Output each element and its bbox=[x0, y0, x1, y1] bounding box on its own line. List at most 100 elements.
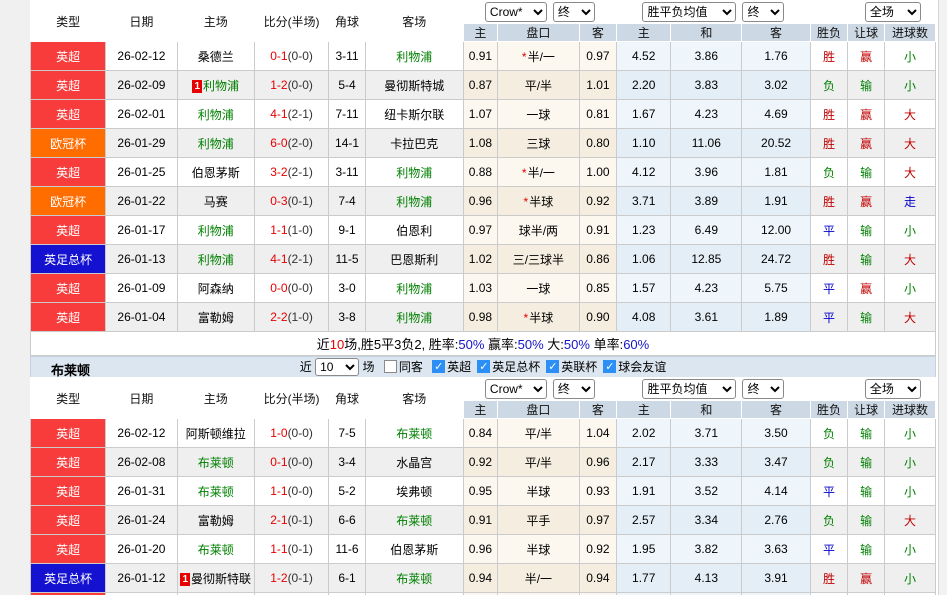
home-team-name: 伯恩茅斯 bbox=[192, 166, 240, 180]
sub-header-mean-home: 主 bbox=[617, 401, 671, 419]
league-checkbox[interactable] bbox=[546, 360, 559, 373]
league-checkbox-label: 英超 bbox=[447, 360, 471, 374]
scope-select[interactable]: 全场 bbox=[865, 2, 921, 22]
mean-odds-group: 胜平负均值终 bbox=[617, 1, 810, 24]
crow-home-odds: 0.95 bbox=[463, 477, 498, 506]
handicap-text: 三/三球半 bbox=[513, 253, 564, 267]
league-checkbox[interactable] bbox=[603, 360, 616, 373]
result-wdl: 负 bbox=[810, 448, 848, 477]
home-team: 利物浦 bbox=[177, 100, 254, 129]
home-team: 布莱顿 bbox=[177, 477, 254, 506]
away-team-name: 利物浦 bbox=[396, 282, 432, 296]
halftime-score: (0-0) bbox=[288, 426, 313, 440]
corners-cell: 3-8 bbox=[329, 303, 366, 332]
result-goals: 大 bbox=[884, 245, 935, 274]
halftime-score: (2-0) bbox=[288, 136, 313, 150]
mean-away-odds: 24.72 bbox=[742, 245, 810, 274]
match-row: 英超26-01-17利物浦1-1(1-0)9-1伯恩利0.97球半/两0.911… bbox=[31, 216, 936, 245]
crow-home-odds: 1.02 bbox=[463, 245, 498, 274]
handicap-line: *半/一 bbox=[498, 158, 579, 187]
home-team-name: 富勒姆 bbox=[198, 514, 234, 528]
mean-stage-select[interactable]: 终 bbox=[742, 2, 784, 22]
home-team-name: 利物浦 bbox=[203, 79, 239, 93]
score-cell: 6-0(2-0) bbox=[254, 129, 328, 158]
away-team-name: 布莱顿 bbox=[396, 514, 432, 528]
col-header-type: 类型 bbox=[31, 378, 106, 419]
mean-home-odds: 3.71 bbox=[617, 187, 671, 216]
corners-cell: 11-6 bbox=[329, 535, 366, 564]
home-team-name: 阿森纳 bbox=[198, 282, 234, 296]
odds-company-select[interactable]: Crow* bbox=[485, 379, 547, 399]
recent-form-summary: 近10场,胜5平3负2, 胜率:50% 赢率:50% 大:50% 单率:60% bbox=[31, 332, 936, 356]
result-wdl: 负 bbox=[810, 71, 848, 100]
mean-stage-select[interactable]: 终 bbox=[742, 379, 784, 399]
away-team-name: 伯恩茅斯 bbox=[390, 543, 438, 557]
match-row: 欧冠杯26-01-22马赛0-3(0-1)7-4利物浦0.96*半球0.923.… bbox=[31, 187, 936, 216]
home-team-name: 马赛 bbox=[204, 195, 228, 209]
league-badge: 英超 bbox=[31, 419, 106, 448]
col-header-home: 主场 bbox=[177, 378, 254, 419]
result-let-ball: 输 bbox=[848, 245, 885, 274]
home-team: 利物浦 bbox=[177, 216, 254, 245]
handicap-line: *半球 bbox=[498, 303, 579, 332]
score-cell: 1-0(0-0) bbox=[254, 419, 328, 448]
handicap-line: 一球 bbox=[498, 274, 579, 303]
result-goals: 小 bbox=[884, 42, 935, 71]
halftime-score: (1-0) bbox=[288, 310, 313, 324]
odds-company-select[interactable]: Crow* bbox=[485, 2, 547, 22]
scope-select[interactable]: 全场 bbox=[865, 379, 921, 399]
mean-odds-select[interactable]: 胜平负均值 bbox=[642, 2, 736, 22]
match-date: 26-01-13 bbox=[106, 245, 177, 274]
home-team: 布莱顿 bbox=[177, 448, 254, 477]
mean-home-odds: 2.02 bbox=[617, 419, 671, 448]
summary-segment: 单率: bbox=[590, 337, 623, 352]
league-checkbox[interactable] bbox=[432, 360, 445, 373]
handicap-text: 半/一 bbox=[528, 166, 555, 180]
corners-cell: 11-5 bbox=[329, 245, 366, 274]
handicap-line: 一球 bbox=[498, 100, 579, 129]
team2-history-table: 类型 日期 主场 比分(半场) 角球 客场 Crow*终 胜平负均值终 全场 bbox=[30, 377, 936, 595]
result-wdl: 胜 bbox=[810, 42, 848, 71]
same-venue-checkbox[interactable] bbox=[384, 360, 397, 373]
team2-match-rows: 英超26-02-12阿斯顿维拉1-0(0-0)7-5布莱顿0.84平/半1.04… bbox=[31, 419, 936, 595]
league-checkbox[interactable] bbox=[477, 360, 490, 373]
crow-away-odds: 0.96 bbox=[579, 448, 617, 477]
result-goals: 小 bbox=[884, 216, 935, 245]
result-wdl: 胜 bbox=[810, 564, 848, 593]
match-date: 26-02-08 bbox=[106, 448, 177, 477]
mean-odds-select[interactable]: 胜平负均值 bbox=[642, 379, 736, 399]
score-cell: 1-1(0-1) bbox=[254, 535, 328, 564]
result-wdl: 胜 bbox=[810, 245, 848, 274]
home-team-name: 利物浦 bbox=[198, 224, 234, 238]
col-header-away: 客场 bbox=[365, 378, 463, 419]
odds-stage-select[interactable]: 终 bbox=[553, 379, 595, 399]
crow-away-odds: 0.81 bbox=[579, 100, 617, 129]
home-team: 桑德兰 bbox=[177, 42, 254, 71]
filter-controls: 近 10 场 同客 英超英足总杯英联杯球会友谊 bbox=[31, 358, 935, 376]
matches-label: 场 bbox=[362, 360, 374, 374]
home-team: 阿森纳 bbox=[177, 274, 254, 303]
sub-header-goals: 进球数 bbox=[884, 401, 935, 419]
mean-draw-odds: 3.71 bbox=[671, 419, 742, 448]
team1-summary: 近10场,胜5平3负2, 胜率:50% 赢率:50% 大:50% 单率:60% bbox=[31, 332, 936, 356]
same-venue-label: 同客 bbox=[399, 360, 423, 374]
sub-header-crow-home: 主 bbox=[463, 401, 498, 419]
away-team: 利物浦 bbox=[365, 274, 463, 303]
crow-home-odds: 0.94 bbox=[463, 564, 498, 593]
crow-away-odds: 1.01 bbox=[579, 71, 617, 100]
home-team: 1利物浦 bbox=[177, 71, 254, 100]
match-row: 欧冠杯26-01-29利物浦6-0(2-0)14-1卡拉巴克1.08三球0.80… bbox=[31, 129, 936, 158]
match-row: 英超26-02-12阿斯顿维拉1-0(0-0)7-5布莱顿0.84平/半1.04… bbox=[31, 419, 936, 448]
result-let-ball: 输 bbox=[848, 419, 885, 448]
crow-home-odds: 0.84 bbox=[463, 419, 498, 448]
vertical-scrollbar[interactable] bbox=[938, 0, 947, 595]
match-date: 26-02-12 bbox=[106, 42, 177, 71]
fulltime-score: 0-1 bbox=[270, 455, 287, 469]
away-team: 布莱顿 bbox=[365, 564, 463, 593]
odds-stage-select[interactable]: 终 bbox=[553, 2, 595, 22]
result-goals: 大 bbox=[884, 303, 935, 332]
handicap-line: 半球 bbox=[498, 477, 579, 506]
match-date: 26-02-09 bbox=[106, 71, 177, 100]
recent-count-select[interactable]: 10 bbox=[315, 358, 359, 376]
col-header-score: 比分(半场) bbox=[254, 1, 328, 42]
